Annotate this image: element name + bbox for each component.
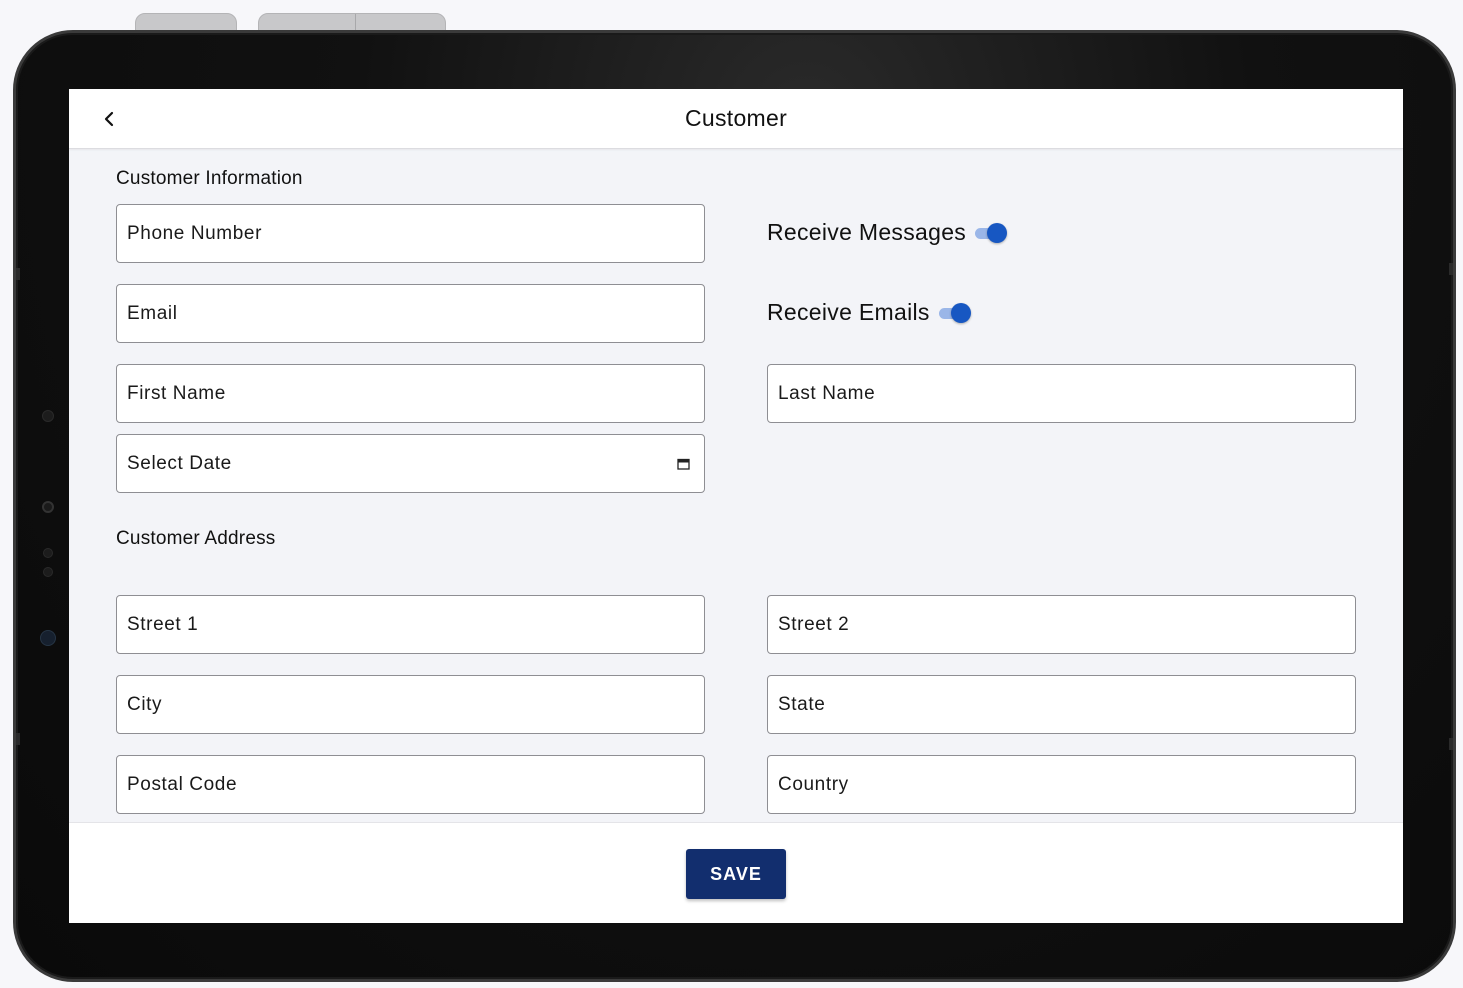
postal-code-field[interactable] [116, 755, 705, 814]
last-name-input[interactable] [778, 382, 1355, 405]
first-name-input[interactable] [127, 382, 704, 405]
customer-information-title: Customer Information [116, 168, 303, 189]
receive-emails-toggle[interactable] [936, 302, 972, 324]
receive-messages-toggle[interactable] [972, 222, 1008, 244]
state-field[interactable] [767, 675, 1356, 734]
email-input[interactable] [127, 302, 704, 325]
city-field[interactable] [116, 675, 705, 734]
sensor-dot [43, 548, 53, 558]
sensor-dot [42, 410, 54, 422]
postal-code-input[interactable] [127, 773, 704, 796]
sensor-ring [42, 501, 54, 513]
phone-number-input[interactable] [127, 222, 704, 245]
receive-messages-row: Receive Messages [767, 219, 1008, 246]
email-field[interactable] [116, 284, 705, 343]
save-button[interactable]: SAVE [686, 849, 786, 899]
receive-messages-label: Receive Messages [767, 219, 967, 245]
phone-number-field[interactable] [116, 204, 705, 263]
calendar-icon[interactable] [677, 458, 690, 470]
first-name-field[interactable] [116, 364, 705, 423]
side-notch [1449, 263, 1453, 275]
last-name-field[interactable] [767, 364, 1356, 423]
customer-address-title: Customer Address [116, 528, 276, 549]
app-screen: Customer Customer Information Receive Me… [69, 89, 1403, 923]
street1-field[interactable] [116, 595, 705, 654]
country-input[interactable] [778, 773, 1355, 796]
select-date-input[interactable] [127, 452, 677, 475]
city-input[interactable] [127, 693, 704, 716]
toggle-thumb [987, 222, 1008, 243]
side-notch [16, 733, 20, 745]
page-title: Customer [684, 105, 788, 131]
app-bar: Customer [69, 89, 1403, 149]
country-field[interactable] [767, 755, 1356, 814]
street1-input[interactable] [127, 613, 704, 636]
toggle-thumb [950, 302, 971, 323]
street2-field[interactable] [767, 595, 1356, 654]
street2-input[interactable] [778, 613, 1355, 636]
state-input[interactable] [778, 693, 1355, 716]
receive-emails-row: Receive Emails [767, 299, 972, 326]
sensor-dot [43, 567, 53, 577]
camera-lens [40, 630, 56, 646]
side-notch [1449, 738, 1453, 750]
select-date-field[interactable] [116, 434, 705, 493]
side-notch [16, 268, 20, 280]
footer-bar: SAVE [69, 822, 1403, 923]
receive-emails-label: Receive Emails [767, 299, 930, 325]
